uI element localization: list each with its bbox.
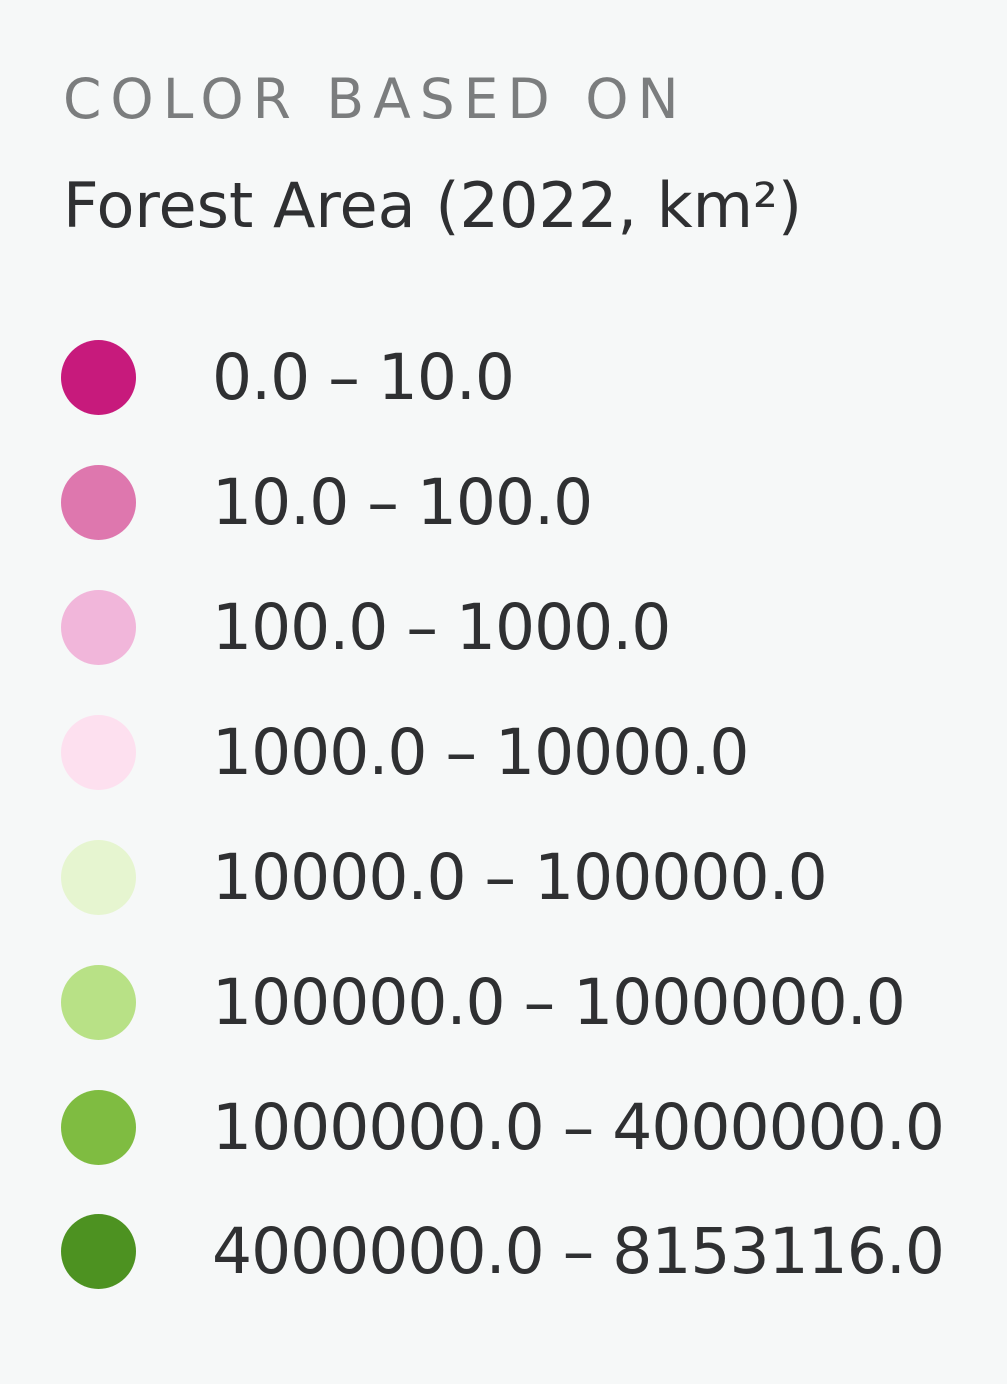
legend-item: 4000000.0 – 8153116.0 xyxy=(0,1212,1007,1292)
color-swatch xyxy=(61,340,136,415)
legend-item: 0.0 – 10.0 xyxy=(0,338,1007,418)
legend-item: 100.0 – 1000.0 xyxy=(0,588,1007,668)
color-swatch xyxy=(61,965,136,1040)
color-swatch xyxy=(61,590,136,665)
legend-item: 10.0 – 100.0 xyxy=(0,463,1007,543)
color-swatch xyxy=(61,840,136,915)
legend-list: 0.0 – 10.0 10.0 – 100.0 100.0 – 1000.0 1… xyxy=(0,0,1007,1384)
legend-item-label: 4000000.0 – 8153116.0 xyxy=(212,1215,945,1288)
color-swatch xyxy=(61,1214,136,1289)
legend-item-label: 1000.0 – 10000.0 xyxy=(212,716,750,789)
legend-item-label: 10000.0 – 100000.0 xyxy=(212,841,828,914)
legend-item: 10000.0 – 100000.0 xyxy=(0,838,1007,918)
legend-item-label: 1000000.0 – 4000000.0 xyxy=(212,1091,945,1164)
legend-item: 1000.0 – 10000.0 xyxy=(0,713,1007,793)
legend-item: 100000.0 – 1000000.0 xyxy=(0,963,1007,1043)
color-swatch xyxy=(61,715,136,790)
legend-item-label: 0.0 – 10.0 xyxy=(212,341,515,414)
legend-item-label: 100000.0 – 1000000.0 xyxy=(212,966,906,1039)
legend-item: 1000000.0 – 4000000.0 xyxy=(0,1088,1007,1168)
color-legend-panel: COLOR BASED ON Forest Area (2022, km²) 0… xyxy=(0,0,1007,1384)
legend-item-label: 10.0 – 100.0 xyxy=(212,466,593,539)
color-swatch xyxy=(61,465,136,540)
color-swatch xyxy=(61,1090,136,1165)
legend-item-label: 100.0 – 1000.0 xyxy=(212,591,671,664)
